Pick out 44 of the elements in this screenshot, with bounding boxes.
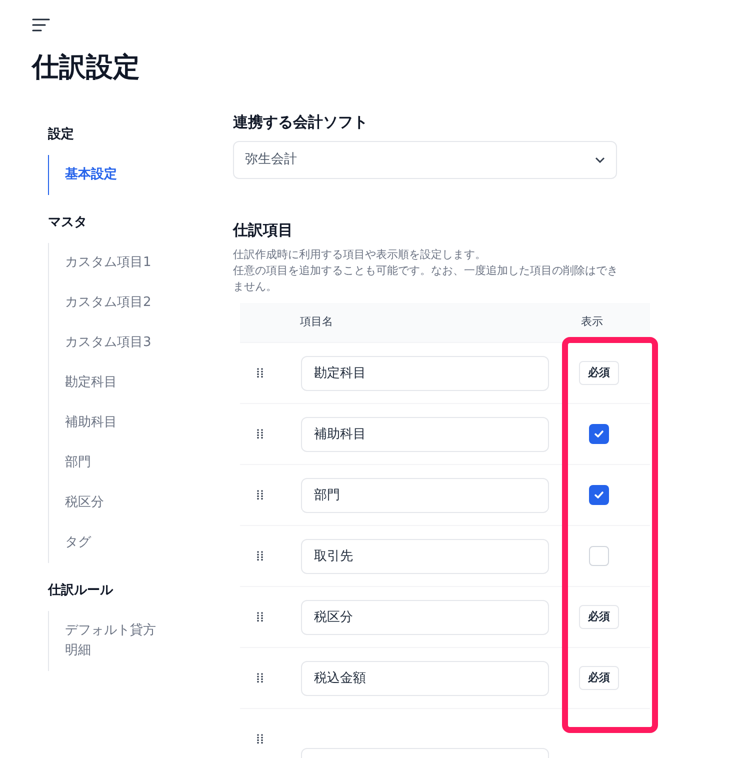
display-checkbox[interactable] xyxy=(589,424,609,444)
item-name-field[interactable]: 税区分 xyxy=(301,600,549,634)
sidebar-heading: 仕訳ルール xyxy=(48,582,114,600)
drag-handle-icon[interactable] xyxy=(257,368,263,378)
sidebar-item[interactable]: カスタム項目2 xyxy=(48,283,166,323)
drag-handle-icon[interactable] xyxy=(257,429,263,439)
sidebar-item[interactable]: デフォルト貸方明細 xyxy=(48,611,166,671)
software-select[interactable]: 弥生会計 xyxy=(233,141,617,179)
sidebar-item[interactable]: 税区分 xyxy=(48,483,166,523)
column-header: 表示 xyxy=(581,314,603,330)
sidebar-item[interactable]: 補助科目 xyxy=(48,403,166,443)
sidebar-heading: 設定 xyxy=(48,126,75,144)
section-heading: 仕訳項目 xyxy=(233,220,294,241)
required-badge: 必須 xyxy=(579,360,619,386)
drag-handle-icon[interactable] xyxy=(257,490,263,500)
sidebar-item[interactable]: 勘定科目 xyxy=(48,363,166,403)
display-checkbox[interactable] xyxy=(589,485,609,505)
item-name-field[interactable]: 部門 xyxy=(301,478,549,512)
sidebar-item[interactable]: タグ xyxy=(48,523,166,563)
column-header: 項目名 xyxy=(300,314,334,330)
check-icon xyxy=(593,428,605,440)
section-heading: 連携する会計ソフト xyxy=(233,112,369,133)
sidebar-item[interactable]: カスタム項目3 xyxy=(48,323,166,363)
drag-handle-icon[interactable] xyxy=(257,612,263,622)
drag-handle-icon[interactable] xyxy=(257,551,263,561)
check-icon xyxy=(593,489,605,501)
display-checkbox[interactable] xyxy=(589,546,609,566)
item-name-field[interactable]: 補助科目 xyxy=(301,416,549,452)
menu-icon[interactable] xyxy=(32,18,50,32)
section-description: 仕訳作成時に利用する項目や表示順を設定します。 xyxy=(233,247,487,263)
item-name-field[interactable]: 税込金額 xyxy=(301,660,549,696)
page-title: 仕訳設定 xyxy=(30,54,141,81)
chevron-down-icon xyxy=(595,157,605,163)
section-description: 任意の項目を追加することも可能です。なお、一度追加した項目の削除はできません。 xyxy=(233,263,618,295)
drag-handle-icon[interactable] xyxy=(257,734,263,744)
sidebar-item[interactable]: カスタム項目1 xyxy=(48,243,166,283)
item-name-field[interactable]: 取引先 xyxy=(301,538,549,574)
drag-handle-icon[interactable] xyxy=(257,673,263,683)
required-badge: 必須 xyxy=(579,666,619,690)
sidebar-heading: マスタ xyxy=(48,214,88,232)
required-badge: 必須 xyxy=(579,604,619,630)
sidebar-item[interactable]: 基本設定 xyxy=(48,155,166,195)
sidebar-item[interactable]: 部門 xyxy=(48,443,166,483)
item-name-field[interactable]: 勘定科目 xyxy=(301,356,549,390)
